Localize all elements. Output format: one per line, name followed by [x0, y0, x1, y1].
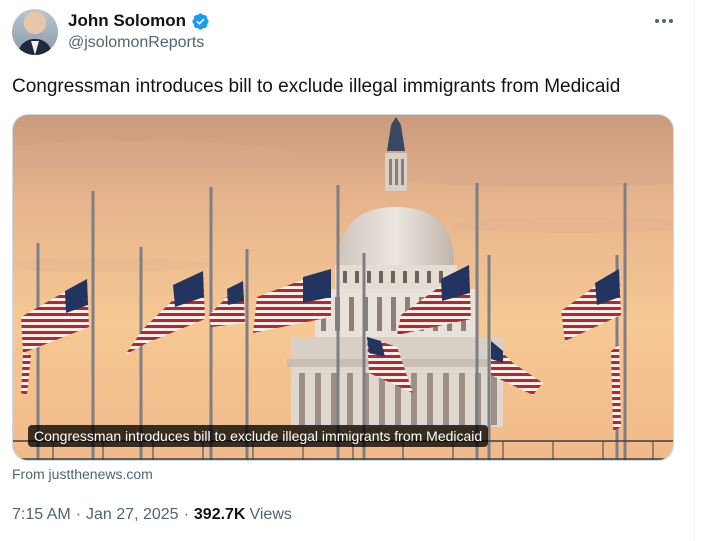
card-title-overlay[interactable]: Congressman introduces bill to exclude i…	[28, 425, 489, 447]
link-card[interactable]: Congressman introduces bill to exclude i…	[12, 114, 674, 461]
tweet-container: John Solomon @jsolomonReports Congressma…	[0, 0, 695, 541]
more-dot	[669, 19, 673, 23]
views-count[interactable]: 392.7K	[194, 506, 246, 524]
meta-separator: ·	[75, 506, 82, 523]
meta-separator: ·	[183, 506, 189, 523]
tweet-time[interactable]: 7:15 AM	[12, 506, 71, 524]
tweet-metadata: 7:15 AM · Jan 27, 2025 · 392.7K Views	[12, 506, 292, 524]
avatar[interactable]	[12, 9, 58, 55]
tweet-text: Congressman introduces bill to exclude i…	[12, 76, 621, 97]
author-handle[interactable]: @jsolomonReports	[68, 34, 204, 52]
author-display-name[interactable]: John Solomon	[68, 11, 186, 31]
more-dot	[662, 19, 666, 23]
more-options-icon[interactable]	[652, 12, 676, 30]
more-dot	[655, 19, 659, 23]
author-name-row: John Solomon	[68, 10, 210, 32]
verified-badge-icon[interactable]	[191, 12, 210, 31]
views-label: Views	[249, 506, 292, 523]
tweet-date[interactable]: Jan 27, 2025	[86, 506, 179, 524]
card-image-capitol	[13, 115, 673, 460]
card-source-link[interactable]: From justthenews.com	[12, 466, 153, 482]
